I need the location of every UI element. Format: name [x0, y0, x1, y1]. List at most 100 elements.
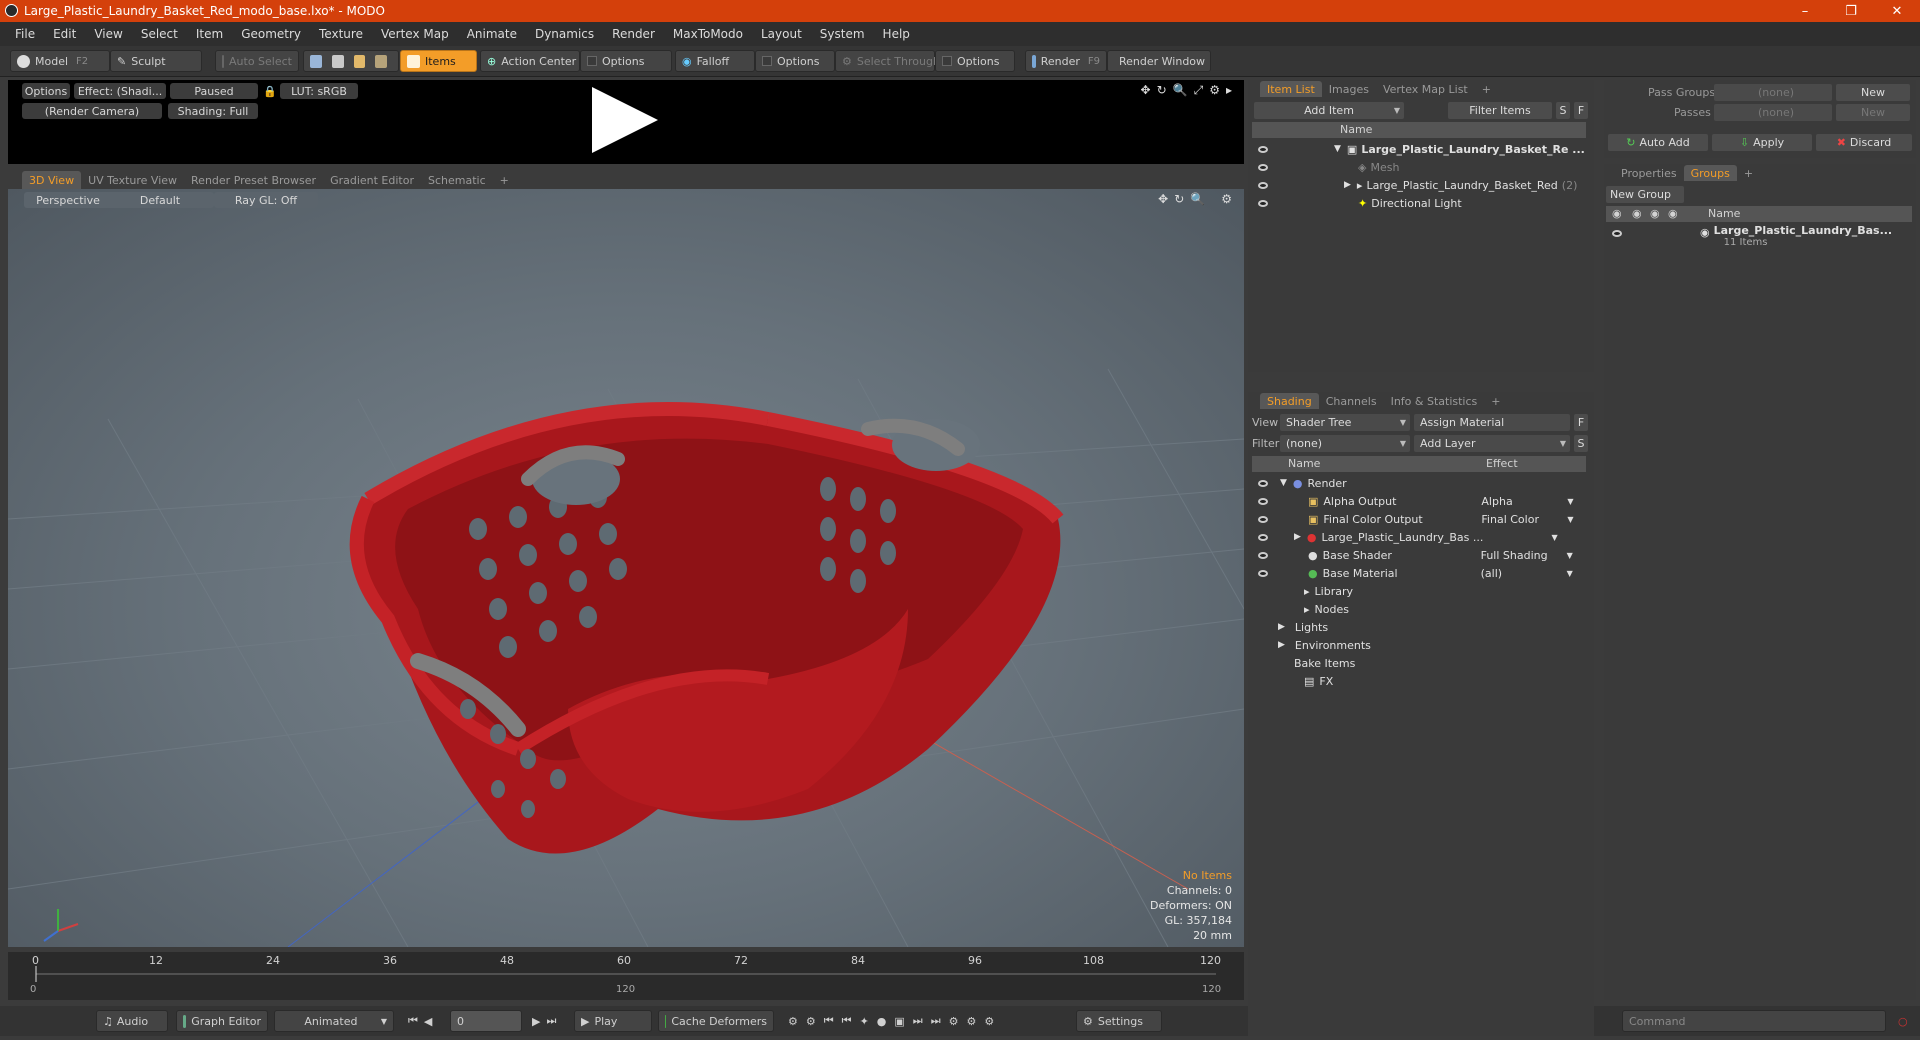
select-toggle-icon[interactable]: ◉: [1668, 207, 1678, 220]
preview-options-button[interactable]: Options: [22, 83, 70, 99]
menu-item[interactable]: Item: [187, 27, 232, 41]
close-icon[interactable]: ✕: [1874, 0, 1920, 22]
key-last-icon[interactable]: ⏭: [931, 1014, 941, 1028]
shader-row[interactable]: ▤ FX: [1252, 672, 1586, 690]
auto-select-button[interactable]: Auto Select: [215, 50, 299, 72]
effect-value[interactable]: Alpha: [1481, 495, 1567, 508]
tab-render-preset-browser[interactable]: Render Preset Browser: [184, 171, 323, 189]
sculpt-button[interactable]: ✎ Sculpt: [110, 50, 202, 72]
key-add-icon[interactable]: ✦: [860, 1015, 869, 1028]
eye-icon[interactable]: [1258, 569, 1268, 577]
menu-file[interactable]: File: [6, 27, 44, 41]
lock-toggle-icon[interactable]: ◉: [1650, 207, 1660, 220]
key-tool-2-icon[interactable]: ⚙: [806, 1015, 816, 1028]
tab-schematic[interactable]: Schematic: [421, 171, 493, 189]
eye-icon[interactable]: [1258, 479, 1268, 487]
audio-button[interactable]: ♫ Audio: [96, 1010, 168, 1032]
passes-dropdown[interactable]: (none): [1714, 104, 1832, 121]
render-button[interactable]: Render F9: [1025, 50, 1107, 72]
tab-uv-texture-view[interactable]: UV Texture View: [81, 171, 184, 189]
eye-icon[interactable]: [1258, 551, 1268, 559]
filter-items-field[interactable]: Filter Items: [1448, 102, 1552, 119]
effect-dropdown[interactable]: Effect: (Shadi...: [74, 83, 166, 99]
vertices-mode-icon[interactable]: [310, 54, 322, 68]
auto-add-button[interactable]: ↻ Auto Add: [1608, 134, 1708, 151]
skip-end-icon[interactable]: ⏭: [546, 1014, 556, 1028]
chevron-down-icon[interactable]: ▼: [1567, 497, 1573, 506]
menu-texture[interactable]: Texture: [310, 27, 372, 41]
arrow-right-icon[interactable]: ▸: [1226, 83, 1232, 98]
apply-button[interactable]: ⇩ Apply: [1712, 134, 1812, 151]
add-tab-icon[interactable]: +: [1475, 81, 1498, 97]
play-icon[interactable]: [592, 87, 658, 153]
prev-key-icon[interactable]: ◀: [424, 1015, 432, 1028]
gear-icon[interactable]: ⚙: [1209, 83, 1220, 98]
shader-row[interactable]: ▣ Final Color Output Final Color ▼: [1252, 510, 1586, 528]
menu-view[interactable]: View: [85, 27, 131, 41]
add-tab-icon[interactable]: +: [1484, 393, 1507, 409]
menu-animate[interactable]: Animate: [458, 27, 526, 41]
list-item[interactable]: ▼ ▣ Large_Plastic_Laundry_Basket_Re ...: [1252, 140, 1586, 158]
shader-row[interactable]: ▶ Lights: [1252, 618, 1586, 636]
shader-row[interactable]: ▶ Environments: [1252, 636, 1586, 654]
restore-icon[interactable]: ❐: [1828, 0, 1874, 22]
shading-f-button[interactable]: F: [1574, 414, 1588, 431]
shader-row[interactable]: ● Base Material (all) ▼: [1252, 564, 1586, 582]
key-tool-1-icon[interactable]: ⚙: [788, 1015, 798, 1028]
shader-row[interactable]: ▸ Library: [1252, 582, 1586, 600]
shading-s-button[interactable]: S: [1574, 435, 1588, 452]
settings-button[interactable]: ⚙ Settings: [1076, 1010, 1162, 1032]
key-opt-3-icon[interactable]: ⚙: [984, 1015, 994, 1028]
pan-icon[interactable]: ✥: [1141, 83, 1151, 98]
key-prev-icon[interactable]: ⏮: [824, 1014, 834, 1028]
eye-icon[interactable]: ◉: [1612, 207, 1622, 220]
key-step-icon[interactable]: ⏮: [842, 1014, 852, 1028]
chevron-down-icon[interactable]: ▼: [1567, 569, 1573, 578]
maximize-icon[interactable]: ⤢: [1194, 83, 1204, 98]
materials-mode-icon[interactable]: [375, 54, 387, 68]
add-layer-dropdown[interactable]: Add Layer ▼: [1414, 435, 1570, 452]
chevron-down-icon[interactable]: ▼: [1567, 515, 1573, 524]
shader-row[interactable]: ▶ ● Large_Plastic_Laundry_Bas ... ▼: [1252, 528, 1586, 546]
menu-help[interactable]: Help: [874, 27, 919, 41]
tab-item-list[interactable]: Item List: [1260, 81, 1322, 97]
eye-icon[interactable]: [1258, 497, 1268, 505]
tab-properties[interactable]: Properties: [1614, 165, 1684, 181]
shader-row[interactable]: Bake Items: [1252, 654, 1586, 672]
record-icon[interactable]: ●: [877, 1015, 887, 1028]
key-set-icon[interactable]: ▣: [894, 1015, 904, 1028]
shading-dropdown[interactable]: Shading: Full: [168, 103, 258, 119]
eye-icon[interactable]: [1258, 145, 1268, 153]
item-list-s-button[interactable]: S: [1556, 102, 1570, 119]
menu-edit[interactable]: Edit: [44, 27, 85, 41]
cache-deformers-button[interactable]: Cache Deformers: [658, 1010, 774, 1032]
tab-vertex-map-list[interactable]: Vertex Map List: [1376, 81, 1475, 97]
render-camera-dropdown[interactable]: (Render Camera): [22, 103, 162, 119]
next-key-icon[interactable]: ▶: [532, 1015, 540, 1028]
zoom-icon[interactable]: 🔍: [1173, 83, 1188, 98]
render-toggle-icon[interactable]: ◉: [1632, 207, 1642, 220]
chevron-down-icon[interactable]: ▼: [1567, 551, 1573, 560]
menu-dynamics[interactable]: Dynamics: [526, 27, 603, 41]
filter-dropdown[interactable]: (none) ▼: [1280, 435, 1410, 452]
eye-icon[interactable]: [1258, 515, 1268, 523]
discard-button[interactable]: ✖ Discard: [1816, 134, 1912, 151]
list-item[interactable]: ▶ ▸ Large_Plastic_Laundry_Basket_Red (2): [1252, 176, 1586, 194]
eye-icon[interactable]: [1258, 163, 1268, 171]
eye-icon[interactable]: [1612, 230, 1622, 237]
tab-info-statistics[interactable]: Info & Statistics: [1384, 393, 1485, 409]
group-item[interactable]: ◉ Large_Plastic_Laundry_Bas... 11 Items: [1606, 224, 1912, 256]
action-center-button[interactable]: ⊕ Action Center: [480, 50, 580, 72]
select-through-button[interactable]: ⚙ Select Through: [835, 50, 940, 72]
view-dropdown[interactable]: Shader Tree ▼: [1280, 414, 1410, 431]
render-window-button[interactable]: Render Window: [1107, 50, 1211, 72]
list-item[interactable]: ◈ Mesh: [1252, 158, 1586, 176]
assign-material-button[interactable]: Assign Material: [1414, 414, 1570, 431]
menu-render[interactable]: Render: [603, 27, 664, 41]
skip-start-icon[interactable]: ⏮: [408, 1014, 418, 1028]
new-pass-button[interactable]: New: [1836, 104, 1910, 121]
tab-groups[interactable]: Groups: [1683, 165, 1737, 181]
chevron-right-icon[interactable]: ▶: [1344, 180, 1351, 190]
menu-layout[interactable]: Layout: [752, 27, 811, 41]
items-mode-button[interactable]: Items: [400, 50, 477, 72]
